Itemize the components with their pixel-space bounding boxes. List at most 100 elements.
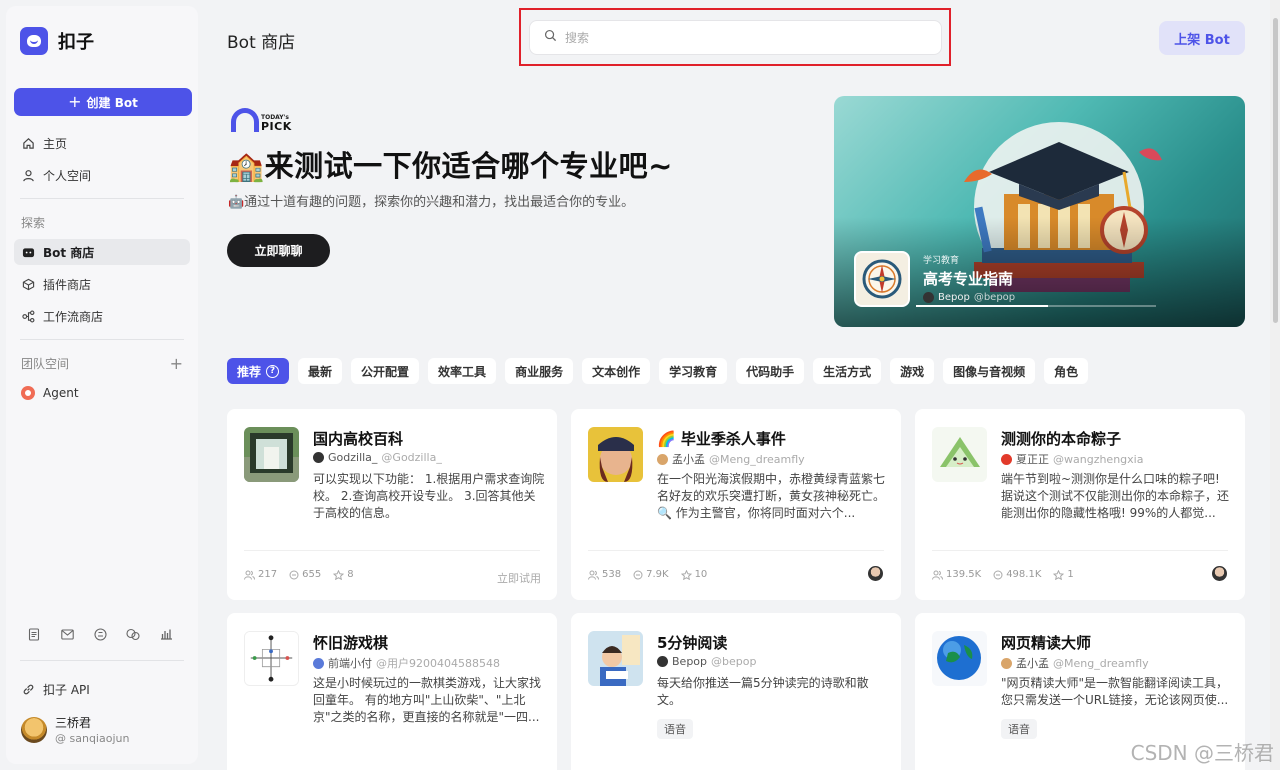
bot-stats: 217 655 8 [244, 569, 354, 580]
tab-lifestyle[interactable]: 生活方式 [813, 358, 882, 384]
users-icon [932, 570, 943, 580]
bot-name: 怀旧游戏棋 [313, 634, 389, 652]
author-handle: @Meng_dreamfly [1053, 656, 1149, 670]
users-stat: 217 [244, 569, 277, 580]
bot-card[interactable]: 测测你的本命粽子 夏正正 @wangzhengxia 端午节到啦~测测你是什么口… [915, 409, 1245, 600]
bot-card[interactable]: 怀旧游戏棋 前端小付 @用户9200404588548 这是小时候玩过的一款棋类… [227, 613, 557, 770]
sidebar-item-workflow-store[interactable]: 工作流商店 [14, 303, 190, 329]
tab-roles[interactable]: 角色 [1044, 358, 1089, 384]
explore-section-label: 探索 [14, 211, 190, 233]
author-name: Bepop [938, 292, 970, 303]
users-count: 217 [258, 569, 278, 580]
chats-count: 7.9K [646, 569, 669, 580]
bot-stats: 538 7.9K 10 [588, 569, 707, 580]
team-label: 团队空间 [21, 356, 70, 371]
discord-icon[interactable] [92, 626, 108, 642]
chats-stat: 655 [289, 569, 321, 580]
user-profile[interactable]: 三桥君 @ sanqiaojun [21, 714, 129, 745]
help-icon[interactable]: ? [266, 364, 280, 378]
sidebar-item-personal-space[interactable]: 个人空间 [14, 162, 190, 188]
user-icon [21, 168, 35, 182]
bot-card[interactable]: 🌈 毕业季杀人事件 孟小孟 @Meng_dreamfly 在一个阳光海滨假期中，… [571, 409, 901, 600]
pick-big-text: PICK [261, 120, 292, 133]
author-name: Bepop [672, 655, 708, 668]
sidebar-item-agent[interactable]: Agent [14, 380, 190, 406]
bot-author: 前端小付 @用户9200404588548 [313, 655, 500, 671]
bot-name: 国内高校百科 [313, 430, 404, 448]
stars-stat: 8 [333, 569, 354, 580]
search-icon [544, 29, 557, 46]
create-bot-label: 创建 Bot [86, 95, 138, 110]
users-stat: 538 [588, 569, 621, 580]
chats-count: 655 [302, 569, 322, 580]
bot-card[interactable]: 国内高校百科 Godzilla_ @Godzilla_ 可以实现以下功能： 1.… [227, 409, 557, 600]
avatar [1001, 657, 1012, 669]
featured-bot-author: Bepop @bepop [923, 292, 1015, 303]
search-bar[interactable] [529, 20, 942, 55]
carousel-progress-fill [916, 305, 1048, 307]
tab-code[interactable]: 代码助手 [736, 358, 805, 384]
scrollbar-thumb[interactable] [1273, 18, 1278, 323]
chat-bubble-icon [633, 570, 643, 579]
user-name: 三桥君 [55, 716, 92, 730]
author-handle: @Meng_dreamfly [709, 452, 805, 466]
footer-icons [26, 626, 174, 642]
bot-card[interactable]: 5分钟阅读 Bepop @bepop 每天给你推送一篇5分钟读完的诗歌和散文。 … [571, 613, 901, 770]
todays-pick-logo: TODAY's PICK [231, 108, 292, 132]
featured-bot-card[interactable]: 学习教育 高考专业指南 Bepop @bepop [834, 96, 1245, 327]
chat-now-button[interactable]: 立即聊聊 [227, 234, 330, 267]
chart-icon[interactable] [158, 626, 174, 642]
tab-public-config[interactable]: 公开配置 [351, 358, 420, 384]
avatar [313, 452, 324, 463]
bot-description: 端午节到啦~测测你是什么口味的粽子吧! 据说这个测试不仅能测出你的本命粽子，还能… [1001, 472, 1230, 520]
list-bot-button[interactable]: 上架 Bot [1159, 21, 1245, 55]
avatar [657, 453, 668, 465]
chat-bubble-icon [993, 570, 1003, 579]
page-title: Bot 商店 [227, 33, 296, 53]
tab-label: 公开配置 [361, 364, 410, 379]
sidebar-item-api[interactable]: 扣子 API [21, 680, 90, 698]
tab-education[interactable]: 学习教育 [659, 358, 728, 384]
bot-avatar [588, 631, 643, 686]
featured-bot-name: 高考专业指南 [923, 270, 1014, 288]
create-bot-button[interactable]: + 创建 Bot [14, 88, 192, 116]
avatar [313, 657, 324, 669]
sidebar-item-plugin-store[interactable]: 插件商店 [14, 271, 190, 297]
add-team-icon[interactable]: + [170, 354, 183, 373]
author-handle: @Godzilla_ [381, 451, 442, 464]
sidebar-item-home[interactable]: 主页 [14, 130, 190, 156]
chat-icon[interactable] [125, 626, 141, 642]
creator-avatar[interactable] [868, 566, 883, 581]
tab-latest[interactable]: 最新 [298, 358, 343, 384]
creator-avatar[interactable] [1212, 566, 1227, 581]
mail-icon[interactable] [59, 626, 75, 642]
tab-label: 学习教育 [669, 364, 718, 379]
bot-author: Bepop @bepop [657, 655, 756, 668]
document-icon[interactable] [26, 626, 42, 642]
tab-games[interactable]: 游戏 [890, 358, 935, 384]
star-icon [680, 569, 692, 580]
sidebar-item-label: Bot 商店 [43, 245, 95, 260]
users-count: 139.5K [946, 569, 982, 580]
stars-count: 10 [694, 569, 708, 580]
user-handle: @ sanqiaojun [55, 732, 130, 745]
tab-business[interactable]: 商业服务 [505, 358, 574, 384]
chat-bubble-icon [289, 570, 299, 579]
search-input[interactable] [565, 30, 925, 45]
tab-writing[interactable]: 文本创作 [582, 358, 651, 384]
voice-badge: 语音 [1001, 719, 1037, 739]
try-now-link[interactable]: 立即试用 [497, 570, 541, 586]
page-scrollbar[interactable] [1270, 0, 1280, 770]
tab-productivity[interactable]: 效率工具 [428, 358, 497, 384]
tab-label: 最新 [308, 364, 333, 379]
sidebar-item-label: 插件商店 [43, 277, 92, 292]
brand[interactable]: 扣子 [14, 22, 190, 58]
tab-media[interactable]: 图像与音视频 [943, 358, 1036, 384]
tab-recommended[interactable]: 推荐 ? [227, 358, 290, 384]
author-handle: @wangzhengxia [1053, 452, 1144, 466]
author-name: 前端小付 [328, 657, 372, 670]
tab-label: 图像与音视频 [953, 364, 1026, 379]
divider [20, 339, 184, 340]
sidebar-item-bot-store[interactable]: Bot 商店 [14, 239, 190, 265]
chats-stat: 498.1K [993, 569, 1041, 580]
